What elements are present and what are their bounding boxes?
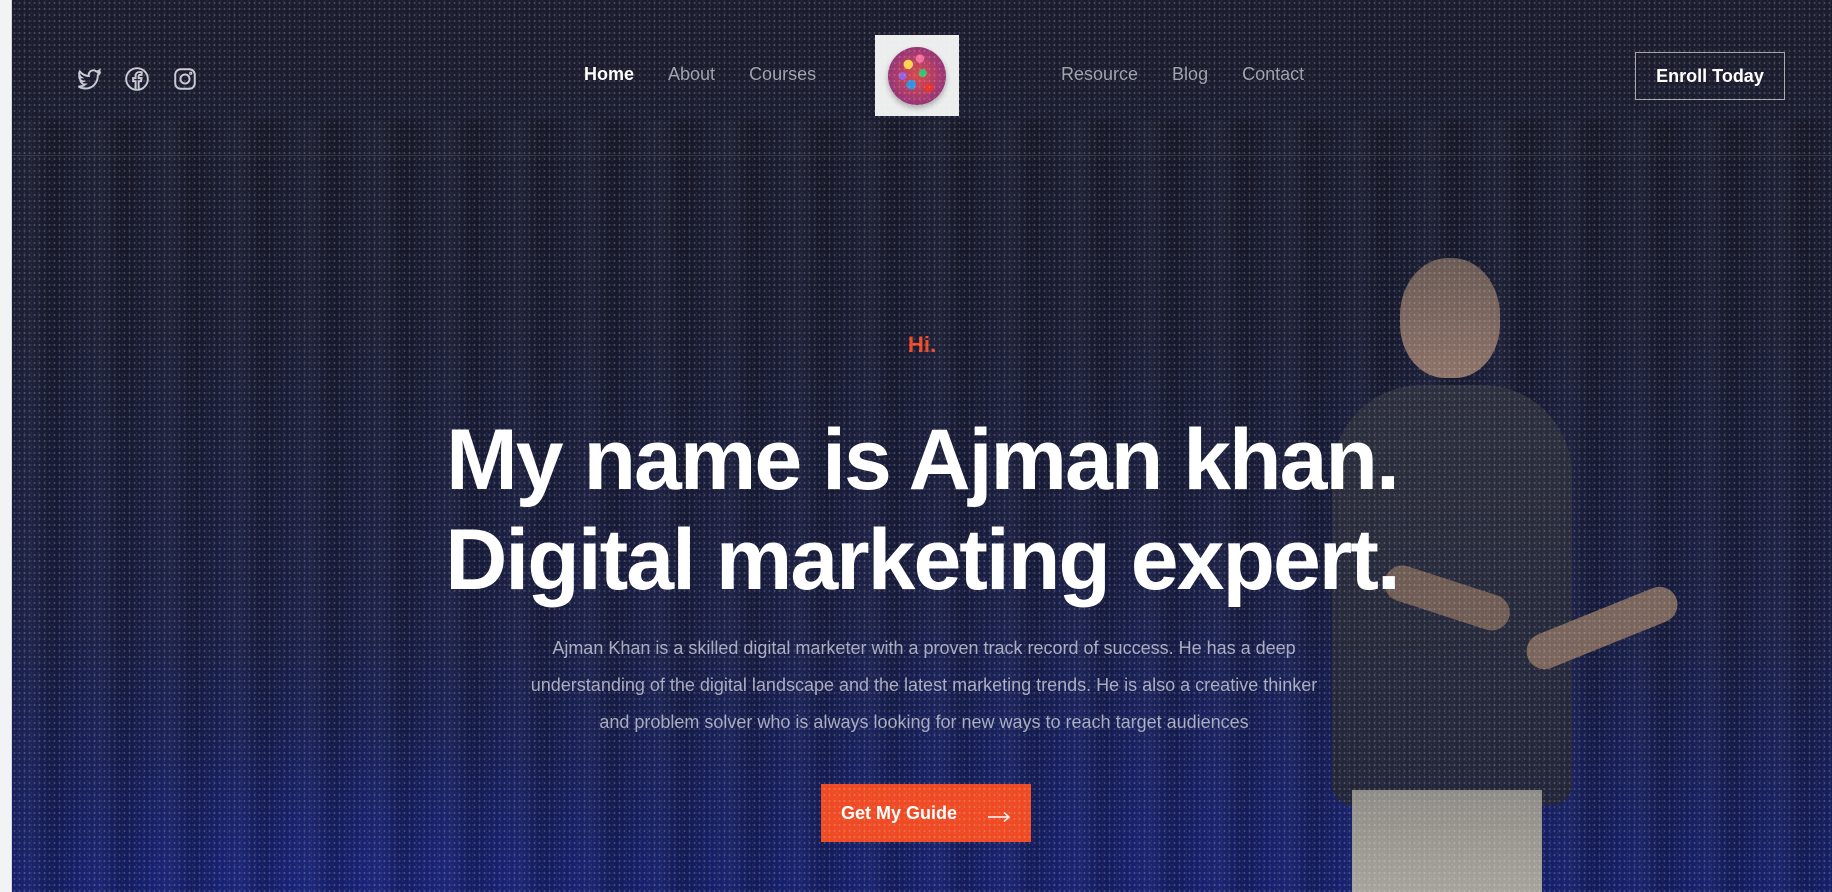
headline-line-2: Digital marketing expert. — [445, 512, 1401, 608]
site-logo[interactable] — [875, 35, 959, 116]
nav-item-contact[interactable]: Contact — [1242, 64, 1304, 85]
nav-item-courses[interactable]: Courses — [749, 64, 816, 85]
headline-line-1: My name is Ajman khan. — [446, 412, 1400, 508]
get-my-guide-button[interactable]: Get My Guide — [821, 784, 1031, 842]
primary-nav-right: Resource Blog Contact — [1061, 64, 1304, 85]
hero-greeting: Hi. — [907, 332, 937, 357]
arrow-right-icon — [987, 807, 1011, 823]
enroll-today-button[interactable]: Enroll Today — [1635, 52, 1785, 100]
hero-description: Ajman Khan is a skilled digital marketer… — [530, 638, 1318, 732]
speaker-head — [1400, 258, 1500, 378]
hero-headline: My name is Ajman khan. Digital marketing… — [12, 410, 1832, 610]
speaker-legs — [1352, 790, 1542, 892]
nav-item-resource[interactable]: Resource — [1061, 64, 1138, 85]
social-links — [76, 66, 198, 92]
primary-nav-left: Home About Courses — [584, 64, 816, 85]
nav-item-about[interactable]: About — [668, 64, 715, 85]
hero-section: Home About Courses Resource Blog Contact… — [12, 0, 1832, 892]
instagram-icon[interactable] — [172, 66, 198, 92]
nav-item-blog[interactable]: Blog — [1172, 64, 1208, 85]
left-edge-rule — [0, 0, 12, 892]
site-header: Home About Courses Resource Blog Contact… — [12, 0, 1832, 156]
twitter-icon[interactable] — [76, 66, 102, 92]
facebook-icon[interactable] — [124, 66, 150, 92]
nav-item-home[interactable]: Home — [584, 64, 634, 85]
get-my-guide-label: Get My Guide — [840, 802, 957, 823]
globe-logo-icon — [888, 46, 946, 105]
